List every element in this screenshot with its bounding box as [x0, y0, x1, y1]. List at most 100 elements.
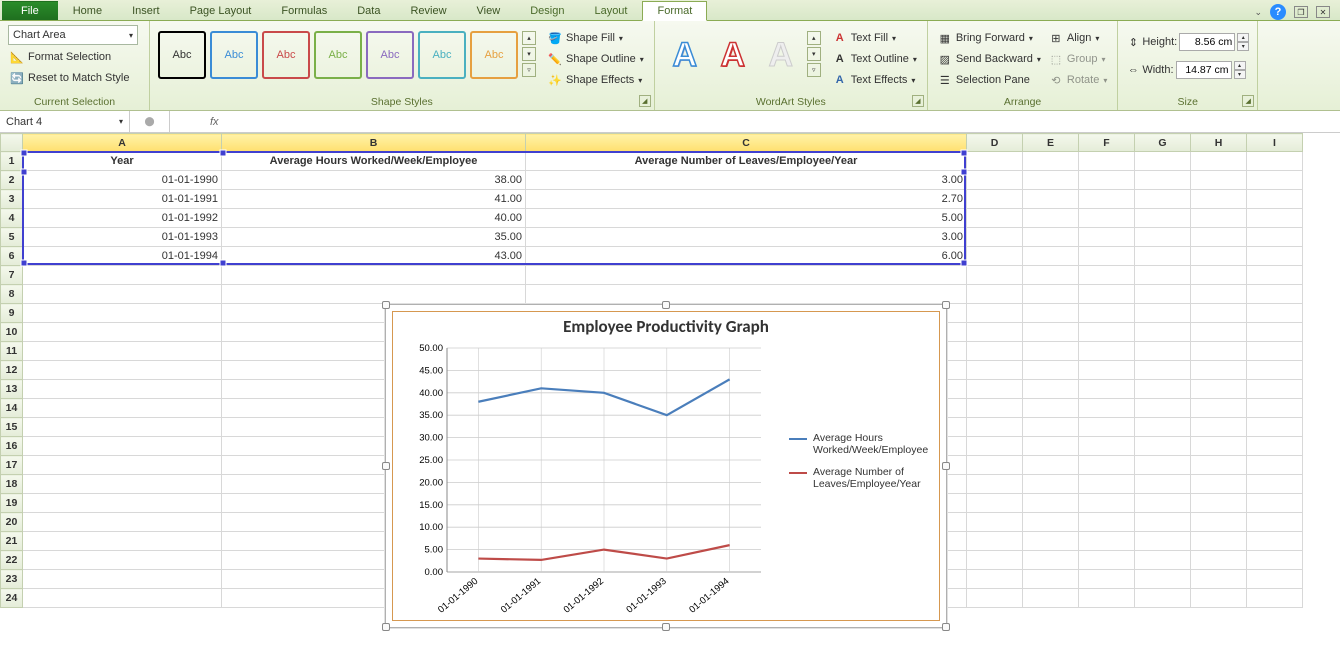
shape-effects-button[interactable]: ✨ Shape Effects ▾ [546, 71, 646, 89]
cell[interactable] [1079, 247, 1135, 266]
cell[interactable] [1023, 456, 1079, 475]
cell[interactable] [1247, 399, 1303, 418]
gallery-more-icon[interactable]: ▿ [807, 63, 821, 77]
row-header[interactable]: 18 [1, 475, 23, 494]
column-header[interactable]: A [23, 134, 222, 152]
cell[interactable] [1191, 285, 1247, 304]
cell[interactable] [23, 380, 222, 399]
cell[interactable]: Year [23, 152, 222, 171]
cell[interactable] [1247, 266, 1303, 285]
cell[interactable] [1247, 228, 1303, 247]
spreadsheet-grid[interactable]: ABCDEFGHI1YearAverage Hours Worked/Week/… [0, 133, 1340, 651]
cell[interactable] [526, 285, 967, 304]
row-header[interactable]: 24 [1, 589, 23, 608]
cell[interactable] [1191, 456, 1247, 475]
cell[interactable] [1191, 399, 1247, 418]
chart-title[interactable]: Employee Productivity Graph [393, 312, 939, 341]
chart-area[interactable]: Employee Productivity Graph 0.005.0010.0… [392, 311, 940, 621]
cell[interactable] [1135, 532, 1191, 551]
cell[interactable] [23, 551, 222, 570]
cell[interactable] [967, 551, 1023, 570]
cell[interactable] [967, 570, 1023, 589]
cell[interactable] [23, 494, 222, 513]
cell[interactable] [1191, 570, 1247, 589]
cell[interactable] [967, 285, 1023, 304]
cell[interactable] [1079, 380, 1135, 399]
shape-style-1[interactable]: Abc [158, 31, 206, 79]
chart-legend[interactable]: Average Hours Worked/Week/Employee Avera… [789, 432, 929, 500]
column-header[interactable]: H [1191, 134, 1247, 152]
cell[interactable] [1079, 266, 1135, 285]
cell[interactable] [1247, 475, 1303, 494]
spin-down-icon[interactable]: ▾ [1234, 70, 1246, 79]
cell[interactable] [1247, 494, 1303, 513]
cell[interactable] [1023, 342, 1079, 361]
cell[interactable] [222, 285, 526, 304]
tab-data[interactable]: Data [342, 1, 395, 20]
cell[interactable] [1135, 342, 1191, 361]
close-window-icon[interactable]: ✕ [1316, 6, 1330, 18]
cell[interactable] [1079, 399, 1135, 418]
cell[interactable] [23, 304, 222, 323]
cell[interactable] [1079, 361, 1135, 380]
cell[interactable] [1079, 589, 1135, 608]
cell[interactable] [222, 266, 526, 285]
cell[interactable] [1079, 209, 1135, 228]
row-header[interactable]: 14 [1, 399, 23, 418]
cell[interactable] [1247, 323, 1303, 342]
resize-handle[interactable] [942, 462, 950, 470]
cell[interactable] [1023, 589, 1079, 608]
cell[interactable] [1135, 323, 1191, 342]
cell[interactable]: 2.70 [526, 190, 967, 209]
tab-page-layout[interactable]: Page Layout [175, 1, 267, 20]
column-header[interactable]: E [1023, 134, 1079, 152]
cell[interactable] [1023, 266, 1079, 285]
cell[interactable] [1135, 171, 1191, 190]
cell[interactable] [1247, 551, 1303, 570]
row-header[interactable]: 6 [1, 247, 23, 266]
resize-handle[interactable] [382, 462, 390, 470]
column-header[interactable]: C [526, 134, 967, 152]
cell[interactable] [1023, 551, 1079, 570]
cell[interactable] [1135, 304, 1191, 323]
send-backward-button[interactable]: ▨ Send Backward ▾ [936, 50, 1043, 68]
cell[interactable] [1023, 494, 1079, 513]
cell[interactable] [1079, 570, 1135, 589]
cell[interactable] [1023, 475, 1079, 494]
shape-style-2[interactable]: Abc [210, 31, 258, 79]
chart-element-dropdown[interactable]: Chart Area ▾ [8, 25, 138, 45]
cell[interactable] [1079, 513, 1135, 532]
cell[interactable] [1135, 266, 1191, 285]
row-header[interactable]: 12 [1, 361, 23, 380]
cell[interactable] [967, 152, 1023, 171]
cell[interactable] [23, 532, 222, 551]
resize-handle[interactable] [942, 301, 950, 309]
expand-refedit-icon[interactable]: ⬤ [144, 116, 154, 127]
plot-area[interactable]: 0.005.0010.0015.0020.0025.0030.0035.0040… [403, 342, 773, 622]
tab-view[interactable]: View [462, 1, 516, 20]
cell[interactable]: 41.00 [222, 190, 526, 209]
row-header[interactable]: 10 [1, 323, 23, 342]
align-button[interactable]: ⊞ Align ▾ [1047, 29, 1109, 47]
row-header[interactable]: 4 [1, 209, 23, 228]
cell[interactable] [1023, 228, 1079, 247]
cell[interactable] [1079, 228, 1135, 247]
legend-item-1[interactable]: Average Hours Worked/Week/Employee [789, 432, 929, 456]
cell[interactable] [23, 361, 222, 380]
cell[interactable]: 01-01-1993 [23, 228, 222, 247]
cell[interactable] [1079, 456, 1135, 475]
cell[interactable] [1023, 418, 1079, 437]
cell[interactable] [1079, 342, 1135, 361]
shape-style-6[interactable]: Abc [418, 31, 466, 79]
cell[interactable] [1247, 532, 1303, 551]
text-effects-button[interactable]: A Text Effects ▾ [831, 71, 919, 89]
cell[interactable] [967, 437, 1023, 456]
column-header[interactable]: B [222, 134, 526, 152]
tab-design[interactable]: Design [515, 1, 579, 20]
cell[interactable] [1191, 532, 1247, 551]
cell[interactable] [526, 266, 967, 285]
gallery-up-icon[interactable]: ▴ [522, 31, 536, 45]
cell[interactable] [1135, 494, 1191, 513]
fx-icon[interactable]: fx [210, 116, 219, 128]
text-outline-button[interactable]: A Text Outline ▾ [831, 50, 919, 68]
